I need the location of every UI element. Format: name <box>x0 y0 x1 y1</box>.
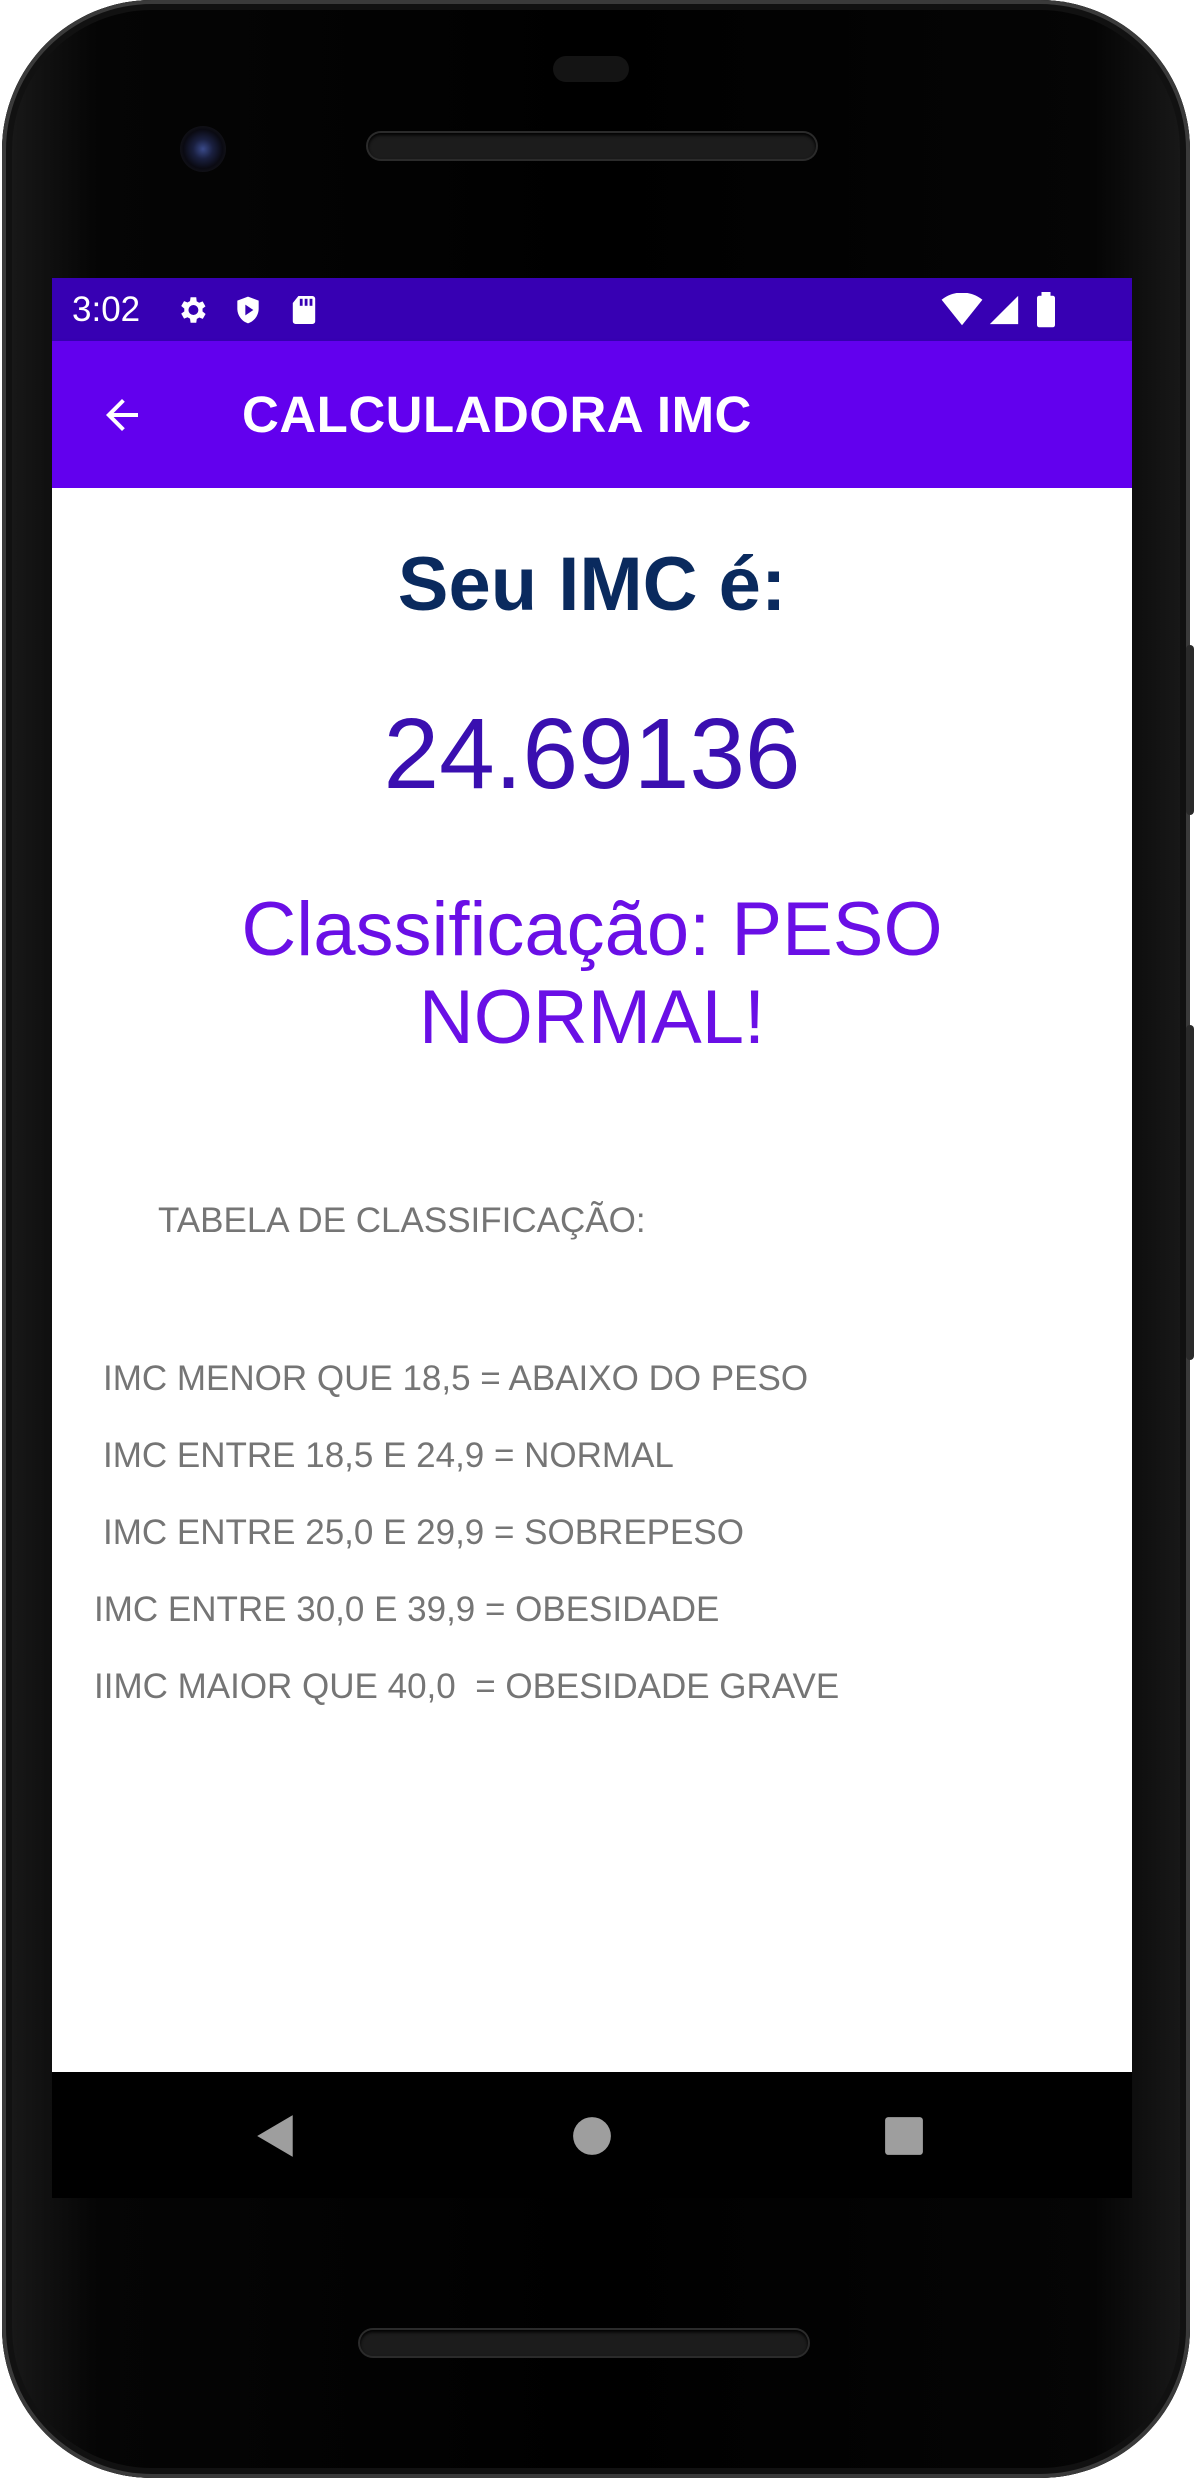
top-sensor <box>553 56 629 82</box>
classification-text: Classificação: PESO NORMAL! <box>241 887 943 1060</box>
home-circle-icon[interactable] <box>568 2112 616 2160</box>
volume-button <box>1186 1025 1194 1360</box>
bottom-speaker <box>360 2330 808 2356</box>
signal-icon <box>986 290 1022 330</box>
table-row: IMC MENOR QUE 18,5 = ABAIXO DO PESO <box>103 1359 809 1398</box>
status-time: 3:02 <box>72 290 141 329</box>
table-row: IMC ENTRE 30,0 E 39,9 = OBESIDADE <box>94 1590 720 1629</box>
status-bar: 3:02 <box>52 278 1132 341</box>
recents-square-icon[interactable] <box>880 2112 928 2160</box>
navigation-bar <box>52 2072 1132 2198</box>
table-row: IMC ENTRE 18,5 E 24,9 = NORMAL <box>103 1436 674 1475</box>
front-camera <box>180 126 226 172</box>
wifi-icon <box>940 290 984 330</box>
imc-value: 24.69136 <box>383 698 801 810</box>
back-triangle-icon[interactable] <box>252 2112 300 2160</box>
app-title: CALCULADORA IMC <box>242 386 752 443</box>
earpiece-speaker <box>368 133 816 159</box>
phone-frame: 3:02 CALCULADORA IMC Seu IMC é: 24.69136… <box>0 0 1194 2480</box>
sd-card-icon <box>286 290 322 330</box>
app-bar: CALCULADORA IMC <box>52 341 1132 488</box>
settings-icon <box>174 290 210 330</box>
screen: 3:02 CALCULADORA IMC Seu IMC é: 24.69136… <box>52 278 1132 2072</box>
power-button <box>1186 645 1194 815</box>
result-content: Seu IMC é: 24.69136 Classificação: PESO … <box>52 488 1132 2072</box>
table-row: IMC ENTRE 25,0 E 29,9 = SOBREPESO <box>103 1513 744 1552</box>
imc-label: Seu IMC é: <box>397 542 787 627</box>
classification-table-title: TABELA DE CLASSIFICAÇÃO: <box>158 1201 646 1240</box>
play-protect-icon <box>230 290 266 330</box>
table-row: IIMC MAIOR QUE 40,0 = OBESIDADE GRAVE <box>94 1667 840 1706</box>
arrow-back-icon[interactable] <box>98 391 146 439</box>
battery-icon <box>1028 290 1064 330</box>
